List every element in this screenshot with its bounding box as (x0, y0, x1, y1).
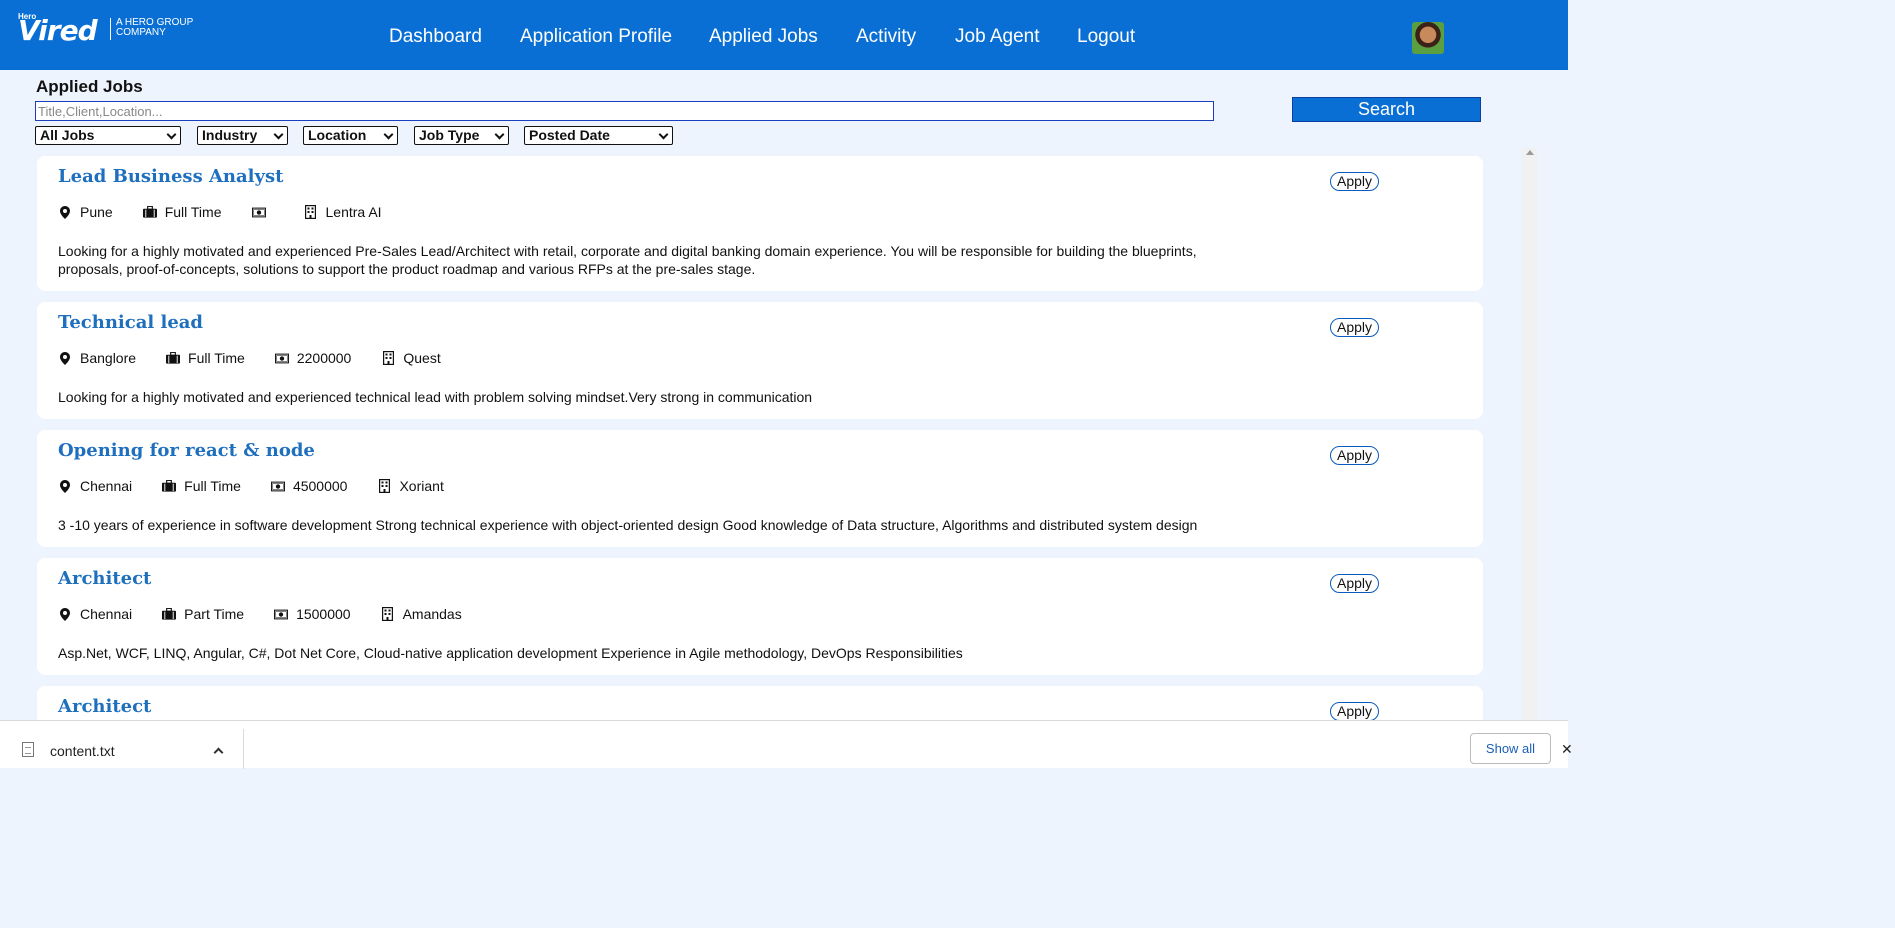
close-icon[interactable]: ✕ (1561, 741, 1573, 758)
money-icon (251, 205, 266, 219)
map-pin-icon (58, 351, 72, 365)
money-icon (274, 607, 289, 621)
chevron-down-icon (383, 129, 394, 140)
job-company: Xoriant (399, 478, 444, 494)
job-meta: Chennai Full Time 4500000 Xoriant (58, 478, 474, 494)
job-meta: Banglore Full Time 2200000 Quest (58, 350, 471, 366)
apply-button[interactable]: Apply (1330, 172, 1379, 191)
money-icon (274, 351, 289, 365)
job-type: Part Time (184, 606, 245, 622)
nav-activity[interactable]: Activity (856, 26, 916, 48)
job-title[interactable]: Opening for react & node (58, 440, 315, 461)
job-title[interactable]: Architect (58, 696, 151, 717)
job-title[interactable]: Architect (58, 568, 151, 589)
briefcase-icon (162, 479, 177, 493)
chevron-down-icon (658, 129, 669, 140)
chevron-down-icon (166, 129, 177, 140)
apply-button[interactable]: Apply (1330, 318, 1379, 337)
filter-all-jobs-select[interactable]: All Jobs (35, 126, 181, 145)
logo-tagline: A HERO GROUP COMPANY (116, 17, 194, 38)
apply-button[interactable]: Apply (1330, 702, 1379, 720)
job-type: Full Time (184, 478, 241, 494)
job-type: Full Time (164, 204, 222, 220)
briefcase-icon (142, 205, 157, 219)
download-file-name[interactable]: content.txt (50, 743, 115, 759)
money-icon (270, 479, 285, 493)
job-meta: Pune Full Time Lentra AI (58, 204, 412, 220)
job-location: Chennai (80, 606, 133, 622)
show-all-button[interactable]: Show all (1470, 733, 1551, 764)
job-salary: 1500000 (296, 606, 351, 622)
job-card: Lead Business Analyst Apply Pune Full Ti… (37, 156, 1483, 291)
building-icon (381, 607, 395, 621)
nav-job-agent[interactable]: Job Agent (955, 26, 1040, 48)
job-description: Looking for a highly motivated and exper… (58, 389, 813, 405)
briefcase-icon (162, 607, 177, 621)
filter-industry-select[interactable]: Industry (197, 126, 288, 145)
job-company: Lentra AI (325, 204, 382, 220)
logo-vired-text: Vired (18, 14, 98, 47)
job-company: Amandas (402, 606, 462, 622)
job-salary: 4500000 (292, 478, 348, 494)
job-location: Banglore (80, 350, 137, 366)
job-description: 3 -10 years of experience in software de… (58, 517, 1198, 533)
scroll-up-arrow-icon[interactable] (1526, 150, 1534, 155)
job-description: Looking for a highly motivated and exper… (58, 243, 1197, 277)
building-icon (381, 351, 395, 365)
job-location: Chennai (80, 478, 133, 494)
briefcase-icon (166, 351, 181, 365)
filter-all-jobs-value: All Jobs (40, 127, 95, 143)
chevron-down-icon (273, 129, 284, 140)
page-title: Applied Jobs (36, 77, 143, 96)
list-scrollbar[interactable] (1522, 148, 1537, 720)
filter-job-type-select[interactable]: Job Type (414, 126, 509, 145)
filter-location-select[interactable]: Location (303, 126, 398, 145)
job-card: Technical lead Apply Banglore Full Time … (37, 302, 1483, 419)
job-card: Architect Apply Chennai Part Time 150000… (37, 558, 1483, 675)
building-icon (377, 479, 391, 493)
map-pin-icon (58, 205, 72, 219)
search-button[interactable]: Search (1292, 97, 1481, 122)
filter-industry-value: Industry (202, 127, 258, 143)
job-meta: Chennai Part Time 1500000 Amandas (58, 606, 492, 622)
job-company: Quest (403, 350, 441, 366)
filter-posted-date-select[interactable]: Posted Date (524, 126, 673, 145)
job-salary: 2200000 (296, 350, 352, 366)
user-avatar[interactable] (1412, 22, 1444, 54)
nav-dashboard[interactable]: Dashboard (389, 26, 482, 48)
logo-divider (110, 18, 111, 40)
nav-logout[interactable]: Logout (1077, 26, 1135, 48)
job-title[interactable]: Technical lead (58, 312, 203, 333)
apply-button[interactable]: Apply (1330, 574, 1379, 593)
nav-applied-jobs[interactable]: Applied Jobs (709, 26, 818, 48)
nav-application-profile[interactable]: Application Profile (520, 26, 672, 48)
job-list: Lead Business Analyst Apply Pune Full Ti… (0, 148, 1520, 720)
map-pin-icon (58, 479, 72, 493)
building-icon (304, 205, 318, 219)
download-bar-divider (243, 729, 244, 769)
chevron-up-icon[interactable] (213, 747, 224, 758)
job-type: Full Time (188, 350, 245, 366)
job-card: Architect Apply (37, 686, 1483, 720)
file-icon (22, 742, 34, 757)
job-title[interactable]: Lead Business Analyst (58, 166, 283, 187)
apply-button[interactable]: Apply (1330, 446, 1379, 465)
top-navbar: Hero Vired A HERO GROUP COMPANY Dashboar… (0, 0, 1568, 70)
search-input[interactable] (35, 101, 1214, 121)
download-bar: content.txt Show all ✕ (0, 720, 1573, 769)
map-pin-icon (58, 607, 72, 621)
job-description: Asp.Net, WCF, LINQ, Angular, C#, Dot Net… (58, 645, 963, 661)
job-location: Pune (80, 204, 113, 220)
chevron-down-icon (494, 129, 505, 140)
job-card: Opening for react & node Apply Chennai F… (37, 430, 1483, 547)
filter-job-type-value: Job Type (419, 127, 480, 143)
filter-location-value: Location (308, 127, 367, 143)
filter-posted-date-value: Posted Date (529, 127, 610, 143)
